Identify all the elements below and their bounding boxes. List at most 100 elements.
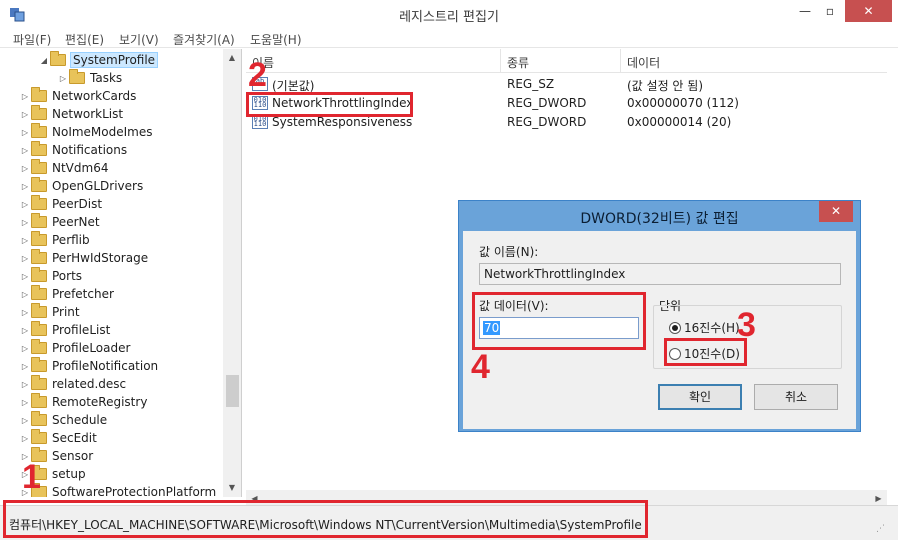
expand-arrow-icon[interactable]: ▷ xyxy=(19,380,31,389)
scroll-down-icon[interactable]: ▼ xyxy=(223,479,241,496)
dialog-title: DWORD(32비트) 값 편집 xyxy=(580,211,739,227)
expand-arrow-icon[interactable]: ▷ xyxy=(19,398,31,407)
expand-arrow-icon[interactable]: ▷ xyxy=(19,218,31,227)
tree-item-systemprofile[interactable]: ◢ SystemProfile xyxy=(38,51,159,69)
folder-icon xyxy=(31,429,47,444)
registry-tree[interactable]: ◢ SystemProfile ▷ Tasks ▷ NetworkCards ▷ Ne… xyxy=(0,49,242,497)
window-title: 레지스트리 편집기 xyxy=(399,10,499,25)
tree-item-secedit[interactable]: ▷ SecEdit xyxy=(19,429,97,447)
tree-item-peerdist[interactable]: ▷ PeerDist xyxy=(19,195,102,213)
radio-hexadecimal[interactable]: 16진수(H) xyxy=(669,319,740,336)
tree-item-tasks[interactable]: ▷ Tasks xyxy=(57,69,122,87)
tree-item-label: ProfileNotification xyxy=(52,359,159,373)
dialog-title-bar[interactable]: DWORD(32비트) 값 편집 ✕ xyxy=(459,201,860,231)
expand-arrow-icon[interactable]: ▷ xyxy=(19,182,31,191)
tree-item-ntvdm64[interactable]: ▷ NtVdm64 xyxy=(19,159,108,177)
expand-arrow-icon[interactable]: ▷ xyxy=(19,164,31,173)
folder-icon xyxy=(31,177,47,192)
tree-item-profileloader[interactable]: ▷ ProfileLoader xyxy=(19,339,130,357)
menu-view[interactable]: 보기(V) xyxy=(119,31,159,48)
tree-item-peernet[interactable]: ▷ PeerNet xyxy=(19,213,100,231)
tree-item-schedule[interactable]: ▷ Schedule xyxy=(19,411,107,429)
tree-item-label: NoImeModeImes xyxy=(52,125,153,139)
expand-arrow-icon[interactable]: ▷ xyxy=(19,92,31,101)
column-data[interactable]: 데이터 xyxy=(627,54,660,71)
tree-item-notifications[interactable]: ▷ Notifications xyxy=(19,141,127,159)
expand-arrow-icon[interactable]: ▷ xyxy=(57,74,69,83)
tree-item-prefetcher[interactable]: ▷ Prefetcher xyxy=(19,285,114,303)
folder-icon xyxy=(31,357,47,372)
expand-arrow-icon[interactable]: ▷ xyxy=(19,128,31,137)
tree-item-label: related.desc xyxy=(52,377,127,391)
tree-item-label: Sensor xyxy=(52,449,94,463)
tree-item-perhwidstorage[interactable]: ▷ PerHwIdStorage xyxy=(19,249,148,267)
folder-icon xyxy=(69,69,85,84)
value-type: REG_SZ xyxy=(507,77,555,91)
expand-arrow-icon[interactable]: ▷ xyxy=(19,236,31,245)
value-type: REG_DWORD xyxy=(507,96,587,110)
tree-item-label: NetworkCards xyxy=(52,89,137,103)
expand-arrow-icon[interactable]: ▷ xyxy=(19,326,31,335)
radio-hex-label: 16진수(H) xyxy=(684,321,740,335)
tree-vertical-scrollbar[interactable]: ▲ ▼ xyxy=(223,49,241,497)
tree-item-softwareprotectionplatform[interactable]: ▷ SoftwareProtectionPlatform xyxy=(19,483,216,497)
expand-arrow-icon[interactable]: ▷ xyxy=(19,200,31,209)
column-divider[interactable] xyxy=(620,49,621,73)
expand-arrow-icon[interactable]: ▷ xyxy=(19,254,31,263)
tree-item-networklist[interactable]: ▷ NetworkList xyxy=(19,105,123,123)
column-divider[interactable] xyxy=(500,49,501,73)
menu-favorites[interactable]: 즐겨찾기(A) xyxy=(173,31,235,48)
tree-item-noimemodeimes[interactable]: ▷ NoImeModeImes xyxy=(19,123,153,141)
menu-help[interactable]: 도움말(H) xyxy=(250,31,302,48)
scroll-thumb[interactable] xyxy=(226,375,239,407)
expand-arrow-icon[interactable]: ▷ xyxy=(19,272,31,281)
expand-arrow-icon[interactable]: ▷ xyxy=(19,416,31,425)
tree-item-profilelist[interactable]: ▷ ProfileList xyxy=(19,321,110,339)
annotation-number-3: 3 xyxy=(737,306,756,344)
tree-item-label: Ports xyxy=(52,269,83,283)
tree-item-profilenotification[interactable]: ▷ ProfileNotification xyxy=(19,357,158,375)
collapse-arrow-icon[interactable]: ◢ xyxy=(38,56,50,65)
folder-icon xyxy=(31,195,47,210)
tree-item-opengldrivers[interactable]: ▷ OpenGLDrivers xyxy=(19,177,143,195)
tree-item-networkcards[interactable]: ▷ NetworkCards xyxy=(19,87,136,105)
tree-item-perflib[interactable]: ▷ Perflib xyxy=(19,231,90,249)
close-button[interactable]: ✕ xyxy=(845,0,892,22)
expand-arrow-icon[interactable]: ▷ xyxy=(19,308,31,317)
expand-arrow-icon[interactable]: ▷ xyxy=(19,110,31,119)
folder-icon xyxy=(31,321,47,336)
tree-item-remoteregistry[interactable]: ▷ RemoteRegistry xyxy=(19,393,147,411)
expand-arrow-icon[interactable]: ▷ xyxy=(19,362,31,371)
maximize-button[interactable]: ▫ xyxy=(818,0,842,22)
value-name-field: NetworkThrottlingIndex xyxy=(479,263,841,285)
menu-bar: 파일(F) 편집(E) 보기(V) 즐겨찾기(A) 도움말(H) xyxy=(0,28,898,48)
menu-edit[interactable]: 편집(E) xyxy=(65,31,104,48)
tree-item-label: Notifications xyxy=(52,143,128,157)
title-bar: 레지스트리 편집기 — ▫ ✕ xyxy=(0,0,898,28)
tree-item-print[interactable]: ▷ Print xyxy=(19,303,80,321)
radio-checked-icon[interactable] xyxy=(669,321,681,334)
menu-file[interactable]: 파일(F) xyxy=(13,31,51,48)
tree-item-ports[interactable]: ▷ Ports xyxy=(19,267,82,285)
folder-icon xyxy=(31,303,47,318)
expand-arrow-icon[interactable]: ▷ xyxy=(19,434,31,443)
folder-open-icon xyxy=(50,51,66,66)
cancel-button[interactable]: 취소 xyxy=(754,384,838,410)
folder-icon xyxy=(31,285,47,300)
dialog-close-button[interactable]: ✕ xyxy=(819,201,853,222)
folder-icon xyxy=(31,105,47,120)
folder-icon xyxy=(31,159,47,174)
ok-button[interactable]: 확인 xyxy=(658,384,742,410)
column-type[interactable]: 종류 xyxy=(507,54,529,71)
highlight-box-decimal xyxy=(664,338,747,366)
folder-icon xyxy=(31,123,47,138)
expand-arrow-icon[interactable]: ▷ xyxy=(19,146,31,155)
expand-arrow-icon[interactable]: ▷ xyxy=(19,344,31,353)
scroll-up-icon[interactable]: ▲ xyxy=(223,49,241,66)
tree-item-label: NetworkList xyxy=(52,107,124,121)
tree-item-related-desc[interactable]: ▷ related.desc xyxy=(19,375,126,393)
expand-arrow-icon[interactable]: ▷ xyxy=(19,290,31,299)
minimize-button[interactable]: — xyxy=(794,0,816,22)
tree-item-label: NtVdm64 xyxy=(52,161,109,175)
resize-grip-icon[interactable]: ⋰ xyxy=(876,524,888,536)
